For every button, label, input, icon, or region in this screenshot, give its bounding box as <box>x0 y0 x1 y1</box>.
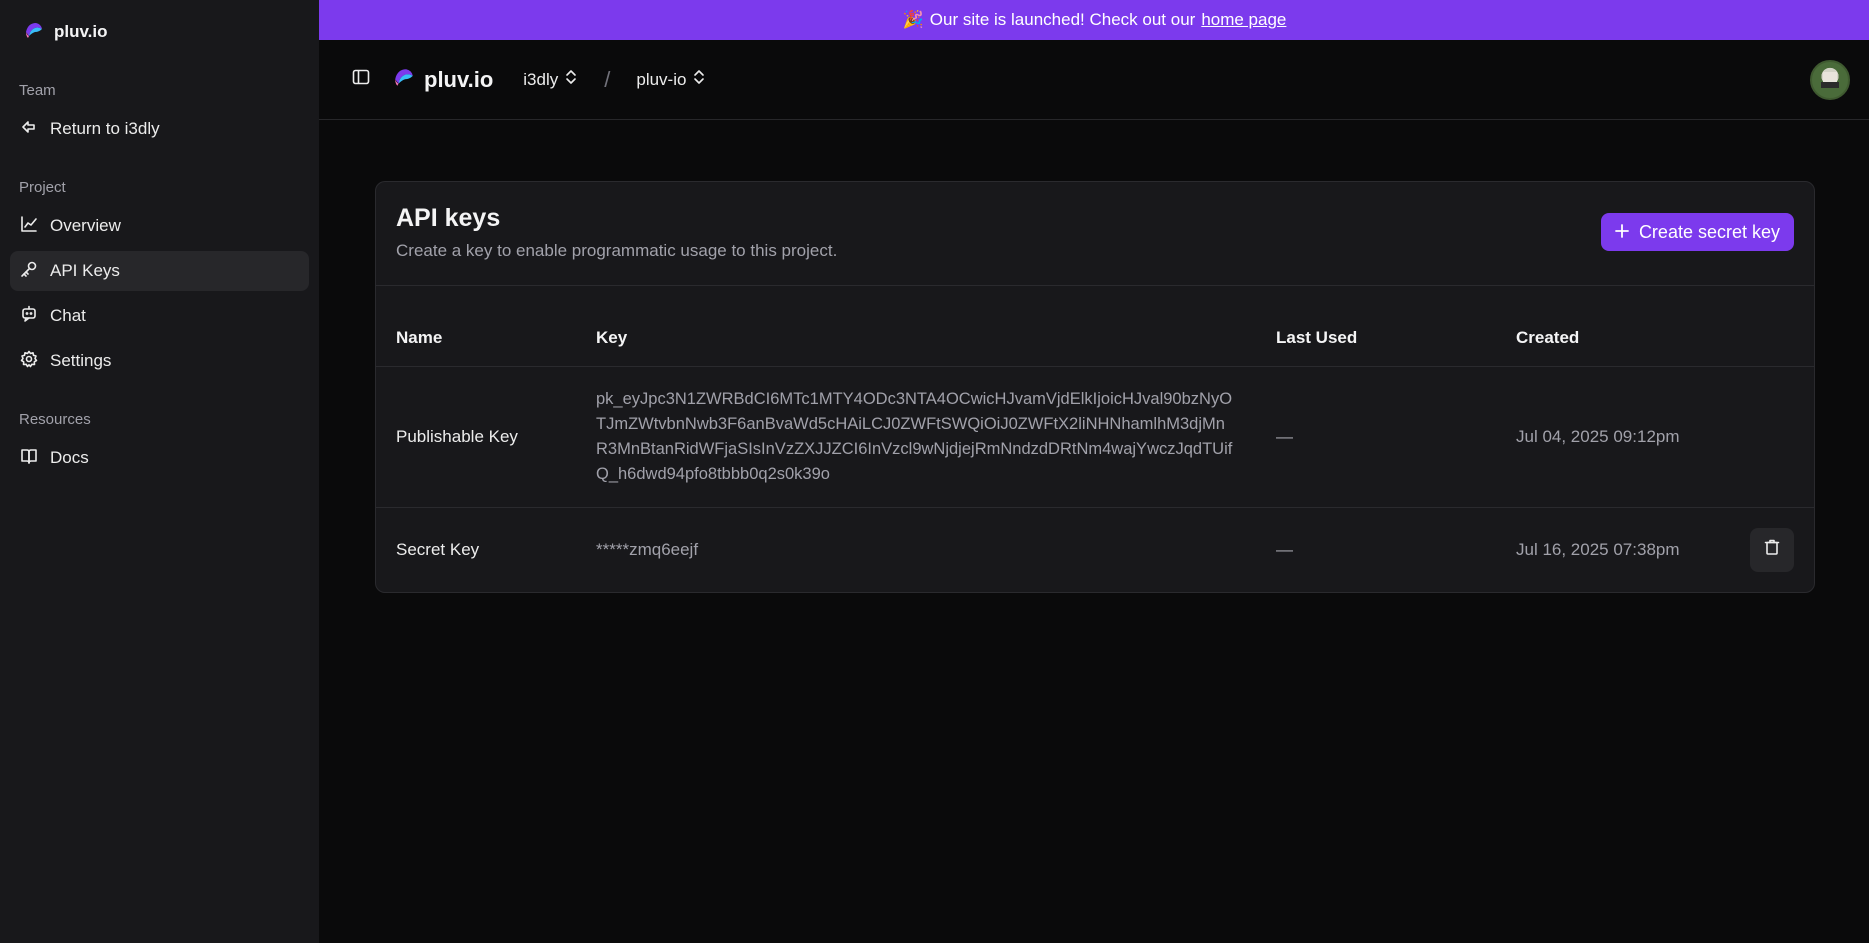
sidebar-item-docs[interactable]: Docs <box>10 438 309 478</box>
plus-icon <box>1615 222 1629 243</box>
sidebar-item-chat[interactable]: Chat <box>10 296 309 336</box>
create-secret-key-button[interactable]: Create secret key <box>1600 213 1794 251</box>
project-section-label: Project <box>19 179 66 196</box>
pluv-logo-icon <box>393 66 415 93</box>
team-section-label: Team <box>19 82 56 99</box>
project-switcher[interactable]: pluv-io <box>636 69 706 90</box>
key-last-used: — <box>1256 366 1496 508</box>
column-header-key: Key <box>576 286 1256 367</box>
create-button-label: Create secret key <box>1638 221 1780 242</box>
toggle-sidebar-button[interactable] <box>347 66 375 94</box>
main-area: 🎉 Our site is launched! Check out our ho… <box>319 0 1869 943</box>
top-bar: pluv.io i3dly / pluv-io <box>319 40 1869 120</box>
sidebar-item-label: Overview <box>50 216 121 235</box>
column-header-last-used: Last Used <box>1256 286 1496 367</box>
project-name: pluv-io <box>636 69 687 89</box>
sidebar-item-label: Chat <box>50 306 86 325</box>
book-icon <box>20 447 38 470</box>
team-switcher[interactable]: i3dly <box>523 69 578 90</box>
announcement-banner: 🎉 Our site is launched! Check out our ho… <box>319 0 1869 40</box>
sidebar-item-api-keys[interactable]: API Keys <box>10 251 309 291</box>
party-emoji: 🎉 <box>902 10 924 29</box>
resources-section-label: Resources <box>19 411 91 428</box>
key-created: Jul 16, 2025 07:38pm <box>1516 539 1680 559</box>
top-brand[interactable]: pluv.io <box>393 66 493 93</box>
sidebar-toggle-icon <box>352 68 370 91</box>
sidebar-item-label: Return to i3dly <box>50 119 160 138</box>
trash-icon <box>1763 538 1781 561</box>
key-value: *****zmq6eejf <box>596 539 699 559</box>
page-title: API keys <box>396 204 501 232</box>
chevron-up-down-icon <box>692 69 706 90</box>
sidebar-item-label: Docs <box>50 448 89 467</box>
card-header: API keys Create a key to enable programm… <box>376 182 1814 286</box>
top-brand-name: pluv.io <box>424 66 494 92</box>
key-value-cell: pk_eyJpc3N1ZWRBdCI6MTc1MTY4ODc3NTA4OCwic… <box>576 366 1256 508</box>
avatar-detail <box>1821 82 1839 88</box>
gear-icon <box>20 350 38 373</box>
chevron-up-down-icon <box>564 69 578 90</box>
page-subtitle: Create a key to enable programmatic usag… <box>396 241 838 260</box>
sidebar-item-settings[interactable]: Settings <box>10 341 309 381</box>
key-name: Publishable Key <box>376 366 576 508</box>
banner-text: Our site is launched! Check out our <box>929 10 1196 29</box>
sidebar-brand[interactable]: pluv.io <box>10 18 309 46</box>
key-actions <box>1730 366 1814 508</box>
column-header-name: Name <box>376 286 576 367</box>
home-page-link[interactable]: home page <box>1201 10 1286 30</box>
sidebar-item-return[interactable]: Return to i3dly <box>10 109 309 149</box>
sidebar: pluv.io Team Return to i3dly Project Ove… <box>0 0 319 943</box>
team-name: i3dly <box>523 69 559 89</box>
app-root: pluv.io Team Return to i3dly Project Ove… <box>0 0 1869 943</box>
api-keys-table: Name Key Last Used Created Publishable K… <box>376 286 1814 592</box>
column-header-actions <box>1730 286 1814 367</box>
api-keys-card: API keys Create a key to enable programm… <box>375 181 1815 593</box>
card-heading-group: API keys Create a key to enable programm… <box>396 204 837 261</box>
user-avatar[interactable] <box>1810 60 1850 100</box>
column-header-created: Created <box>1496 286 1730 367</box>
chart-line-icon <box>20 215 38 238</box>
table-header-row: Name Key Last Used Created <box>376 286 1814 367</box>
key-value: pk_eyJpc3N1ZWRBdCI6MTc1MTY4ODc3NTA4OCwic… <box>596 389 1233 483</box>
key-created: Jul 04, 2025 09:12pm <box>1496 366 1730 508</box>
table-row: Publishable Key pk_eyJpc3N1ZWRBdCI6MTc1M… <box>376 366 1814 508</box>
key-last-used: — <box>1276 539 1293 559</box>
sidebar-item-label: API Keys <box>50 261 120 280</box>
delete-key-button[interactable] <box>1750 527 1794 572</box>
brand-name: pluv.io <box>54 22 108 41</box>
chat-bot-icon <box>20 305 38 328</box>
key-actions <box>1730 507 1814 592</box>
pluv-logo-icon <box>24 20 44 45</box>
breadcrumb-separator: / <box>604 66 611 92</box>
sidebar-item-overview[interactable]: Overview <box>10 206 309 246</box>
page-content: API keys Create a key to enable programm… <box>319 120 1869 593</box>
return-arrow-icon <box>20 118 38 141</box>
key-name: Secret Key <box>396 539 480 559</box>
key-icon <box>20 260 38 283</box>
sidebar-item-label: Settings <box>50 351 112 370</box>
table-row: Secret Key *****zmq6eejf — Jul 16, 2025 … <box>376 507 1814 592</box>
